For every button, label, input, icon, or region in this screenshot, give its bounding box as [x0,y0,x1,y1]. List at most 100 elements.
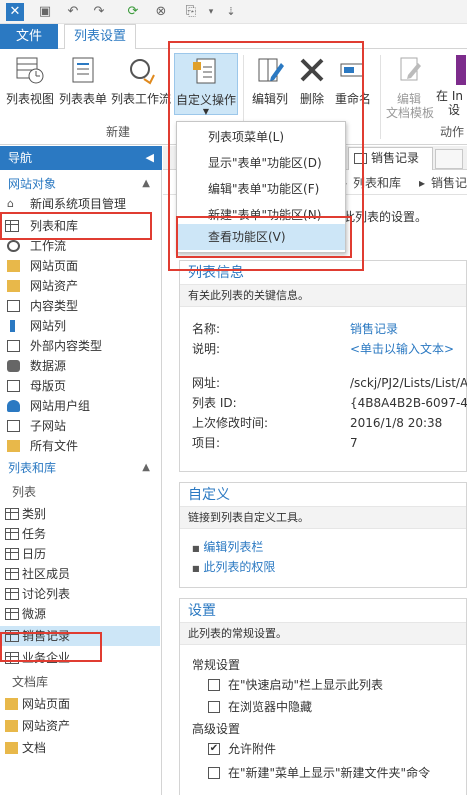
list-id-value: {4B8A4B2B-6097-466 [350,396,467,410]
delete-button[interactable]: 删除 [294,55,330,106]
url-value: /sckj/PJ2/Lists/List/A [350,376,467,390]
nav-list-item[interactable]: 业务企业 [0,648,160,668]
modified-label: 上次修改时间: [192,416,269,430]
lists-icon [5,220,19,232]
nav-doclib-item[interactable]: 网站资产 [0,716,160,736]
nav-item-subsites[interactable]: 子网站 [0,416,160,436]
url-label: 网址: [192,376,221,390]
chevron-up-icon: ▲ [142,462,150,473]
refresh-icon[interactable]: ⟳ [124,3,142,21]
breadcrumb-item[interactable]: 销售记 [431,171,467,195]
nav-item-content-types[interactable]: 内容类型 [0,296,160,316]
folder-icon [5,720,18,732]
list-form-icon [72,57,94,83]
list-info-desc: 有关此列表的关键信息。 [180,285,466,307]
menu-item-list-item-menu[interactable]: 列表项菜单(L) [177,124,345,150]
nav-list-item-sales-records[interactable]: 销售记录 [0,626,160,646]
nav-list-item[interactable]: 社区成员 [0,564,160,584]
custom-action-button[interactable]: 自定义操作 ▼ [174,53,238,116]
show-on-quick-launch-checkbox[interactable] [208,679,220,691]
description-value[interactable]: <单击以输入文本> [350,339,454,359]
save-icon[interactable]: ▣ [36,3,54,21]
home-icon: ⌂ [7,197,14,210]
name-value[interactable]: 销售记录 [350,319,398,339]
menu-item-display-form-ribbon[interactable]: 显示"表单"功能区(D) [177,150,345,176]
nav-item-all-files[interactable]: 所有文件 [0,436,160,456]
nav-item-master-pages[interactable]: 母版页 [0,376,160,396]
nav-group-doclibs: 文档库 [12,675,49,689]
nav-list-item[interactable]: 讨论列表 [0,584,160,604]
collapse-icon[interactable]: ◀ [146,146,154,170]
nav-list-item[interactable]: 微源 [0,604,160,624]
list-icon [5,652,19,664]
column-icon [10,320,15,332]
nav-section-site-objects[interactable]: 网站对象 ▲ [0,174,160,194]
nav-list-item[interactable]: 任务 [0,524,160,544]
breadcrumb-item[interactable]: 列表和库 [353,171,401,195]
allow-attachments-checkbox[interactable]: ✔ [208,743,220,755]
edit-column-button[interactable]: 编辑列 [248,55,292,106]
open-in-button[interactable]: 在 In 设 [436,55,467,117]
edit-column-icon [258,58,284,82]
ribbon-tab-row: 文件 列表设置 [0,24,467,50]
nav-item-lists-libraries[interactable]: 列表和库 [0,216,160,236]
list-workflow-button[interactable]: 列表工作流 [110,55,172,106]
general-settings-label: 常规设置 [192,658,241,672]
new-tab-button[interactable] [435,149,463,169]
delete-icon [300,58,324,82]
edit-list-columns-link[interactable]: ■ 编辑列表栏 [192,537,263,557]
edit-doc-template-button[interactable]: 编辑 文档模板 [386,55,434,120]
list-form-button[interactable]: 列表表单 [58,55,108,106]
nav-item-site-columns[interactable]: 网站列 [0,316,160,336]
nav-item-data-sources[interactable]: 数据源 [0,356,160,376]
nav-item-site-groups[interactable]: 网站用户组 [0,396,160,416]
nav-list-item[interactable]: 类别 [0,504,160,524]
nav-section-lists-libraries[interactable]: 列表和库 ▲ [0,458,160,478]
allow-attachments-label: 允许附件 [228,742,277,756]
list-view-icon [16,57,44,84]
redo-icon[interactable]: ↷ [90,3,108,21]
nav-doclib-item[interactable]: 网站页面 [0,694,160,714]
items-value: 7 [350,436,358,450]
list-icon [5,548,19,560]
rename-icon [340,63,364,77]
nav-doclib-item[interactable]: 文档 [0,738,160,758]
tab-sales-records[interactable]: 销售记录 [348,147,433,170]
customize-toolbar-icon[interactable]: ⇣ [222,3,240,21]
list-permissions-link[interactable]: ■ 此列表的权限 [192,557,275,577]
list-view-button[interactable]: 列表视图 [4,55,56,106]
nav-item-site-assets[interactable]: 网站资产 [0,276,160,296]
new-folder-command-label: 在"新建"菜单上显示"新建文件夹"命令 [228,766,431,780]
undo-icon[interactable]: ↶ [64,3,82,21]
list-info-card: 列表信息 有关此列表的关键信息。 名称: 销售记录 说明: <单击以输入文本> … [179,260,467,472]
hide-from-browser-checkbox[interactable] [208,701,220,713]
app-logo-icon: ✕ [6,3,24,21]
list-icon [5,568,19,580]
database-icon [7,360,20,372]
group-label-new: 新建 [106,125,131,139]
stop-icon[interactable]: ⊗ [152,3,170,21]
preview-icon[interactable]: ⎘ [182,3,200,21]
nav-list-item[interactable]: 日历 [0,544,160,564]
list-info-title: 列表信息 [180,261,466,285]
new-folder-command-checkbox[interactable] [208,767,220,779]
page-description: 此列表的设置。 [343,210,428,224]
nav-item-workflows[interactable]: 工作流 [0,236,160,256]
list-icon [5,608,19,620]
menu-item-edit-form-ribbon[interactable]: 编辑"表单"功能区(F) [177,176,345,202]
nav-item-project[interactable]: ⌂ 新闻系统项目管理 [0,194,160,214]
chevron-up-icon: ▲ [142,178,150,189]
rename-button[interactable]: 重命名 [332,55,374,106]
chevron-down-icon[interactable]: ▾ [202,3,220,21]
list-icon [354,153,367,164]
folder-icon [7,280,20,292]
chevron-down-icon: ▼ [202,107,210,116]
nav-item-site-pages[interactable]: 网站页面 [0,256,160,276]
name-label: 名称: [192,322,221,336]
menu-item-view-ribbon[interactable]: 查看功能区(V) [177,224,345,250]
nav-item-external-content-types[interactable]: 外部内容类型 [0,336,160,356]
title-bar: ✕ ▣ ↶ ↷ ⟳ ⊗ ⎘ ▾ ⇣ [0,0,467,24]
tab-list-settings[interactable]: 列表设置 [64,24,136,50]
breadcrumb-separator: ▸ [419,176,426,190]
file-tab[interactable]: 文件 [0,24,58,49]
